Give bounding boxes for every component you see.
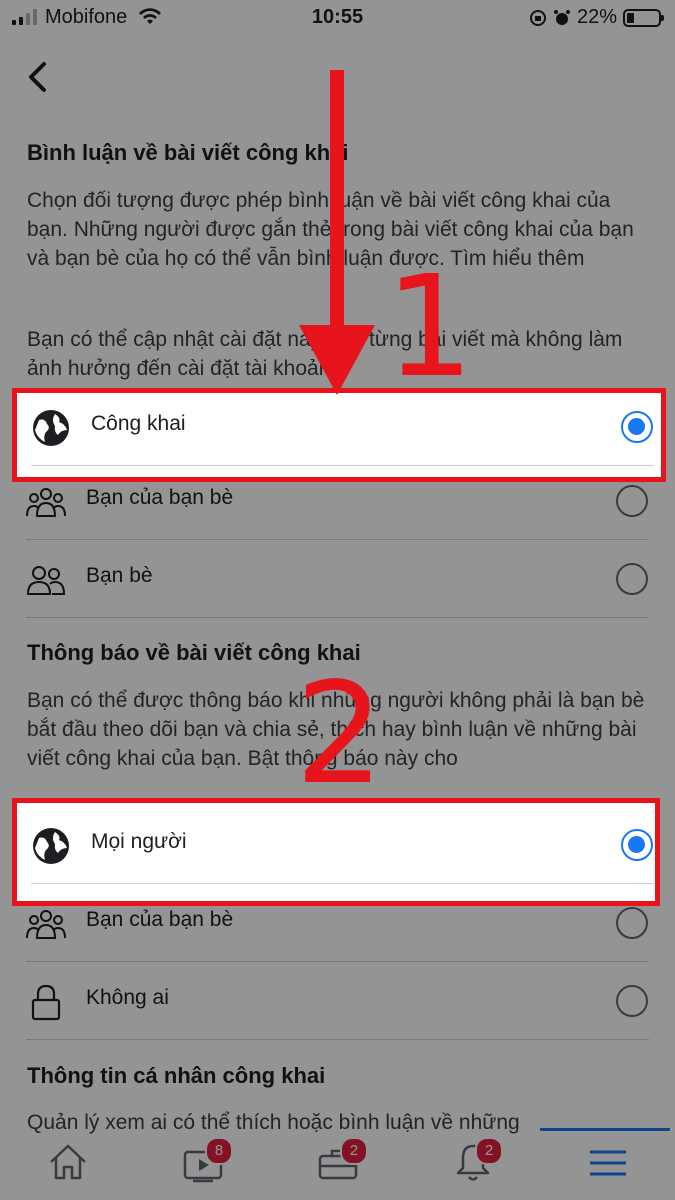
notification-badge: 2 [475, 1137, 503, 1165]
orientation-lock-icon [529, 9, 546, 26]
section-description-notifications: Bạn có thể được thông báo khi những ngườ… [27, 689, 645, 770]
radio-selected[interactable] [621, 411, 653, 443]
radio-unselected[interactable] [616, 485, 648, 517]
section-title-public-info: Thông tin cá nhân công khai [27, 1063, 326, 1088]
globe-icon [33, 828, 69, 864]
battery-icon [623, 8, 664, 27]
tab-marketplace[interactable]: 2 [270, 1130, 405, 1200]
divider [31, 883, 654, 884]
option-label: Bạn bè [86, 564, 153, 587]
friends-icon [26, 566, 66, 595]
active-tab-indicator [540, 1128, 670, 1131]
radio-selected[interactable] [621, 829, 653, 861]
status-bar: Mobifone 10:55 22% [0, 0, 675, 36]
option-everyone-highlighted[interactable]: Mọi người [5, 806, 675, 884]
globe-icon [33, 410, 69, 446]
option-label: Công khai [91, 412, 186, 435]
home-icon [50, 1144, 86, 1180]
option-label: Bạn của bạn bè [86, 486, 234, 509]
menu-icon [590, 1150, 626, 1176]
tab-menu[interactable] [540, 1130, 675, 1200]
divider [26, 1039, 649, 1040]
radio-unselected[interactable] [616, 907, 648, 939]
divider [31, 465, 654, 466]
annotation-arrow [299, 70, 375, 395]
learn-more-link[interactable]: Tìm hiểu thêm [450, 247, 584, 270]
section-title-public-post-notifications: Thông báo về bài viết công khai [27, 640, 361, 665]
bottom-tab-bar: 8 2 2 [0, 1130, 675, 1200]
option-label: Bạn của bạn bè [86, 908, 234, 931]
highlight-option-everyone: Mọi người [12, 798, 660, 906]
battery-percent: 22% [576, 6, 617, 28]
friends-of-friends-icon [26, 910, 66, 939]
back-button[interactable] [22, 58, 56, 96]
option-friends[interactable]: Bạn bè [0, 540, 675, 618]
highlight-option-public: Công khai [12, 388, 666, 482]
friends-of-friends-icon [26, 488, 66, 517]
tab-home[interactable] [0, 1130, 135, 1200]
radio-unselected[interactable] [616, 985, 648, 1017]
option-label: Không ai [86, 986, 169, 1009]
notification-badge: 8 [205, 1137, 233, 1165]
lock-icon [31, 984, 61, 1021]
radio-unselected[interactable] [616, 563, 648, 595]
alarm-icon [553, 9, 570, 25]
option-no-one[interactable]: Không ai [0, 962, 675, 1040]
divider [26, 617, 649, 618]
tab-notifications[interactable]: 2 [405, 1130, 540, 1200]
notification-badge: 2 [340, 1137, 368, 1165]
tab-watch[interactable]: 8 [135, 1130, 270, 1200]
option-label: Mọi người [91, 830, 187, 853]
